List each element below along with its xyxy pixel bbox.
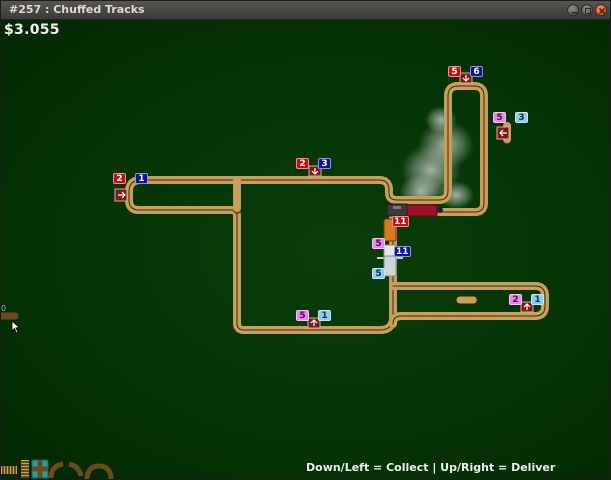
game-window: #257 : Chuffed Tracks 5 6 5 3 2 3 2 1 5 …: [0, 0, 611, 480]
junction-track-icon[interactable]: [84, 463, 114, 480]
straight-track-icon[interactable]: [21, 460, 29, 478]
train[interactable]: [377, 203, 443, 277]
station-tag: 3: [515, 112, 528, 123]
train-car: [383, 255, 397, 277]
station-west[interactable]: [114, 188, 128, 202]
locomotive: [386, 203, 443, 217]
mouse-pointer-icon: [11, 320, 21, 334]
train-car-tag: 11: [392, 216, 409, 227]
close-icon[interactable]: [595, 4, 607, 16]
minimize-icon[interactable]: [567, 4, 579, 16]
game-board[interactable]: 5 6 5 3 2 3 2 1 5 1 2 1 11 5 11 5 0 $3.0…: [1, 20, 611, 480]
station-tag: 5: [448, 66, 461, 77]
station-east[interactable]: [496, 126, 510, 140]
train-car-tag: 5: [372, 238, 385, 249]
station-tag: 2: [296, 158, 309, 169]
station-tag: 1: [318, 310, 331, 321]
curve-track-icon[interactable]: [48, 461, 64, 479]
station-tag: 3: [318, 158, 331, 169]
train-car-tag: 5: [372, 268, 385, 279]
station-tag: 1: [135, 173, 148, 184]
station-tag: 6: [470, 66, 483, 77]
curve-track-icon[interactable]: [68, 461, 84, 477]
straight-track-icon[interactable]: [1, 466, 17, 474]
controls-hint: Down/Left = Collect | Up/Right = Deliver: [306, 461, 556, 474]
track-palette[interactable]: [1, 459, 114, 480]
smoke-cloud: [399, 106, 474, 210]
station-tag: 1: [531, 294, 544, 305]
title-bar[interactable]: #257 : Chuffed Tracks: [1, 1, 610, 20]
window-title: #257 : Chuffed Tracks: [9, 3, 145, 16]
station-tag: 5: [493, 112, 506, 123]
train-car-tag: 11: [394, 246, 411, 257]
station-tag: 5: [296, 310, 309, 321]
edge-marker: 0: [1, 304, 7, 313]
track-network: [1, 82, 549, 334]
station-tag: 2: [113, 173, 126, 184]
maximize-icon[interactable]: [581, 4, 593, 16]
track-layout[interactable]: [1, 20, 611, 480]
station-tag: 2: [509, 294, 522, 305]
crossing-track-icon[interactable]: [31, 459, 49, 479]
money-display: $3.055: [4, 22, 60, 38]
